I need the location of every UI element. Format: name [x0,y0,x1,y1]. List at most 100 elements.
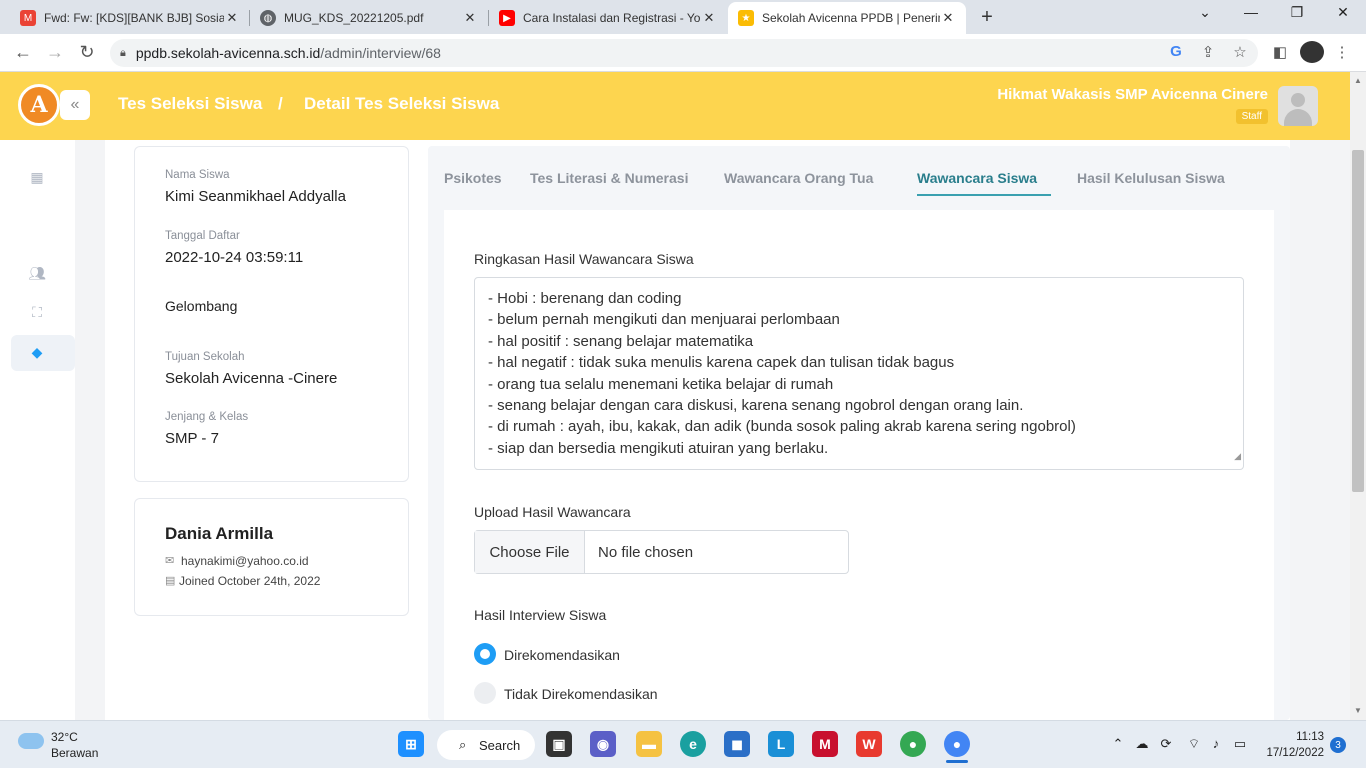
tab-wawancara-siswa[interactable]: Wawancara Siswa [917,170,1037,186]
user-avatar[interactable] [1278,86,1318,126]
chrome-profile-h-icon[interactable]: ● [900,731,926,757]
sidebar-collapse-button[interactable]: « [60,90,90,120]
active-tab-indicator [917,194,1051,196]
summary-line: - belum pernah mengikuti dan menjuarai p… [488,311,840,329]
scan-icon[interactable]: ⛶ [28,303,46,321]
onedrive-icon[interactable]: ☁ [1132,736,1152,752]
address-bar: ← → ↻ 🔒︎ ppdb.sekolah-avicenna.sch.id/ad… [0,34,1366,72]
mcafee-icon[interactable]: M [812,731,838,757]
chrome-icon[interactable]: ● [944,731,970,757]
summary-textarea[interactable]: - Hobi : berenang dan coding - belum per… [474,277,1244,470]
summary-line: - hal positif : senang belajar matematik… [488,332,754,350]
tab-literasi-numerasi[interactable]: Tes Literasi & Numerasi [530,170,688,186]
taskbar-clock[interactable]: 11:13 17/12/2022 [1262,729,1324,761]
tab-psikotes[interactable]: Psikotes [444,170,502,186]
radio-recommended[interactable] [474,643,496,665]
user-name: Hikmat Wakasis SMP Avicenna Cinere [997,86,1268,103]
file-upload-input[interactable]: Choose File No file chosen [474,530,849,574]
registration-date: 2022-10-24 03:59:11 [165,249,304,266]
weather-temperature[interactable]: 32°C [51,730,78,744]
registration-date-label: Tanggal Daftar [165,230,240,242]
file-status: No file chosen [598,543,694,561]
radio-not-recommended-label[interactable]: Tidak Direkomendasikan [504,686,658,702]
grade-label: Jenjang & Kelas [165,411,249,423]
summary-line: - siap dan bersedia mengikuti atuiran ya… [488,439,829,457]
window-close-icon[interactable]: ✕ [1328,4,1358,21]
menu-icon[interactable]: ⋮ [1332,43,1352,61]
target-school-label: Tujuan Sekolah [165,351,245,363]
edge-icon[interactable]: e [680,731,706,757]
parent-name: Dania Armilla [165,524,274,543]
clock-date: 17/12/2022 [1266,747,1324,759]
new-tab-button[interactable]: + [976,6,998,29]
url-host: ppdb.sekolah-avicenna.sch.id [135,45,321,61]
radio-recommended-label[interactable]: Direkomendasikan [504,647,620,663]
search-icon: ⌕ [459,737,467,752]
wifi-icon[interactable]: ⌔ [1184,736,1204,752]
google-icon[interactable]: G [1166,43,1186,60]
taskbar-search-label: Search [479,737,521,753]
choose-file-button[interactable]: Choose File [475,531,585,573]
clock-time: 11:13 [1296,731,1324,743]
show-hidden-icons-icon[interactable]: ⌃ [1108,736,1128,752]
browser-tab-gmail[interactable]: M Fwd: Fw: [KDS][BANK BJB] Sosiali ✕ [10,2,250,34]
browser-tab-title: MUG_KDS_20221205.pdf [284,11,424,25]
browser-tab-bar: M Fwd: Fw: [KDS][BANK BJB] Sosiali ✕ ◍ M… [0,0,1366,34]
tab-search-icon[interactable]: ⌄ [1190,4,1220,21]
side-panel-icon[interactable]: ◧ [1270,43,1290,61]
tab-hasil-kelulusan[interactable]: Hasil Kelulusan Siswa [1077,170,1225,186]
profile-avatar[interactable] [1300,41,1324,63]
summary-line: - Hobi : berenang dan coding [488,290,682,307]
sidebar: ▦ 👥︎ ⛶ ◆ [0,140,75,720]
browser-tab-youtube[interactable]: ▶ Cara Instalasi dan Registrasi - You ✕ [489,2,727,34]
wps-icon[interactable]: W [856,731,882,757]
task-view-icon[interactable]: ▣ [546,731,572,757]
bookmark-star-icon[interactable]: ☆ [1230,43,1250,61]
taskbar-search[interactable]: ⌕ Search [437,730,535,760]
target-school: Sekolah Avicenna -Cinere [165,370,338,387]
cloud-icon[interactable] [18,733,44,749]
browser-tab-ppdb[interactable]: ★ Sekolah Avicenna PPDB | Penerim ✕ [728,2,966,34]
upload-label: Upload Hasil Wawancara [474,504,631,520]
store-icon[interactable]: ◼ [724,731,750,757]
school-icon: ★ [738,10,754,26]
dashboard-icon[interactable]: ▦ [28,168,46,186]
scroll-down-icon[interactable]: ▼ [1350,706,1366,715]
back-icon[interactable]: ← [12,42,34,63]
tab-wawancara-orang-tua[interactable]: Wawancara Orang Tua [724,170,873,186]
close-icon[interactable]: ✕ [462,10,478,26]
weather-description[interactable]: Berawan [51,746,98,760]
globe-icon: ◍ [260,10,276,26]
summary-line: - hal negatif : tidak suka menulis karen… [488,354,955,372]
users-icon[interactable]: 👥︎ [28,264,46,282]
battery-icon[interactable]: ▭ [1230,736,1250,752]
close-icon[interactable]: ✕ [701,10,717,26]
share-icon[interactable]: ⇪ [1198,43,1218,61]
scrollbar-thumb[interactable] [1352,150,1364,492]
windows-start-icon[interactable]: ⊞ [398,731,424,757]
app-header: A « Tes Seleksi Siswa / Detail Tes Selek… [0,72,1350,140]
l-app-icon[interactable]: L [768,731,794,757]
layers-icon[interactable]: ◆ [28,343,46,361]
volume-icon[interactable]: ♪ [1206,736,1226,751]
minimize-icon[interactable]: — [1236,4,1266,20]
url-input[interactable]: 🔒︎ ppdb.sekolah-avicenna.sch.id/admin/in… [110,39,1258,67]
browser-tab-title: Fwd: Fw: [KDS][BANK BJB] Sosiali [44,11,224,25]
browser-tab-pdf[interactable]: ◍ MUG_KDS_20221205.pdf ✕ [250,2,488,34]
maximize-icon[interactable]: ❐ [1282,4,1312,21]
breadcrumb-parent[interactable]: Tes Seleksi Siswa [118,94,262,114]
resize-handle-icon[interactable]: ◢ [1234,446,1241,467]
forward-icon[interactable]: → [44,42,66,63]
breadcrumb-separator: / [278,94,283,113]
close-icon[interactable]: ✕ [224,10,240,26]
close-icon[interactable]: ✕ [940,10,956,26]
radio-not-recommended[interactable] [474,682,496,704]
result-label: Hasil Interview Siswa [474,607,607,623]
file-explorer-icon[interactable]: ▬ [636,731,662,757]
sync-icon[interactable]: ⟳ [1156,736,1176,752]
scroll-up-icon[interactable]: ▲ [1350,76,1366,85]
teams-chat-icon[interactable]: ◉ [590,731,616,757]
summary-line: - orang tua selalu menemani ketika belaj… [488,375,834,393]
notification-badge[interactable]: 3 [1330,737,1346,753]
reload-icon[interactable]: ↻ [76,42,98,63]
